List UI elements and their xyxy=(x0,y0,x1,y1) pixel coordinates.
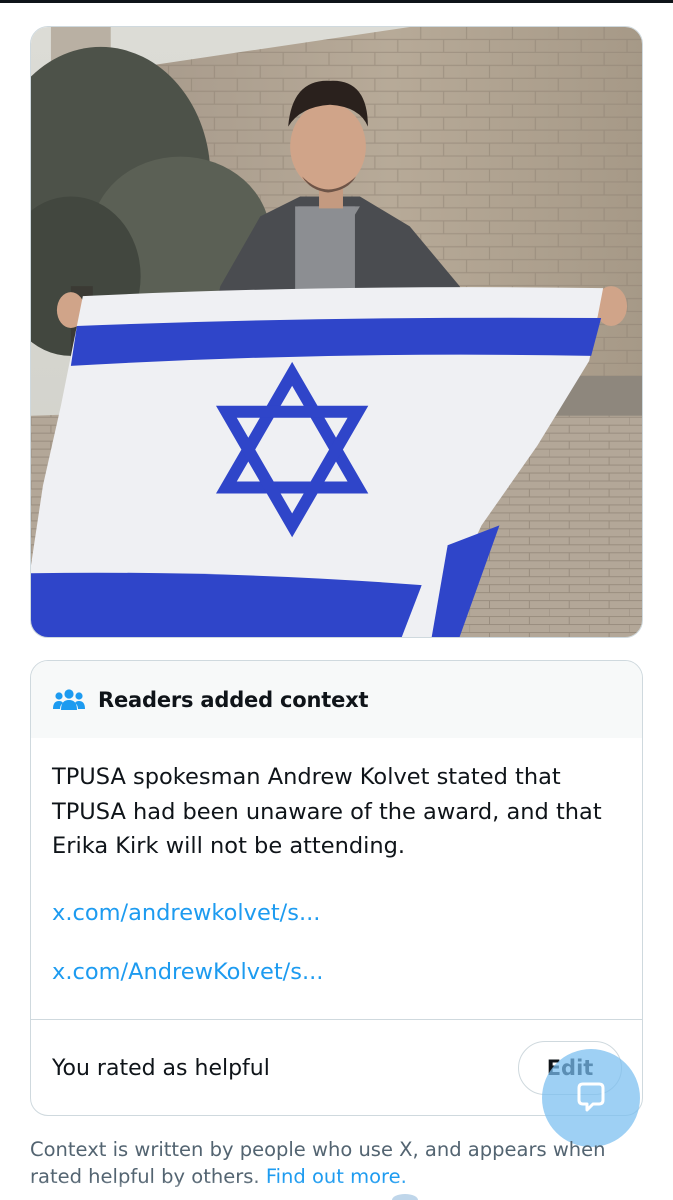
rating-status: You rated as helpful xyxy=(52,1056,270,1081)
floating-action-button[interactable] xyxy=(542,1049,640,1147)
bottom-fade xyxy=(0,1180,673,1200)
note-text: TPUSA spokesman Andrew Kolvet stated tha… xyxy=(52,764,602,859)
note-header: Readers added context xyxy=(31,661,642,738)
bottom-indicator xyxy=(392,1194,418,1200)
note-source-link-1[interactable]: x.com/andrewkolvet/s... xyxy=(52,900,620,926)
people-icon xyxy=(53,688,85,712)
note-source-link-2[interactable]: x.com/AndrewKolvet/s... xyxy=(52,959,620,985)
top-divider xyxy=(0,0,673,3)
chat-bubble-icon xyxy=(577,1082,605,1112)
community-note-card: Readers added context TPUSA spokesman An… xyxy=(30,660,643,1116)
tweet-photo[interactable] xyxy=(30,26,643,638)
note-body: TPUSA spokesman Andrew Kolvet stated tha… xyxy=(31,738,642,985)
photo-illustration xyxy=(31,27,642,637)
note-title: Readers added context xyxy=(98,687,369,712)
